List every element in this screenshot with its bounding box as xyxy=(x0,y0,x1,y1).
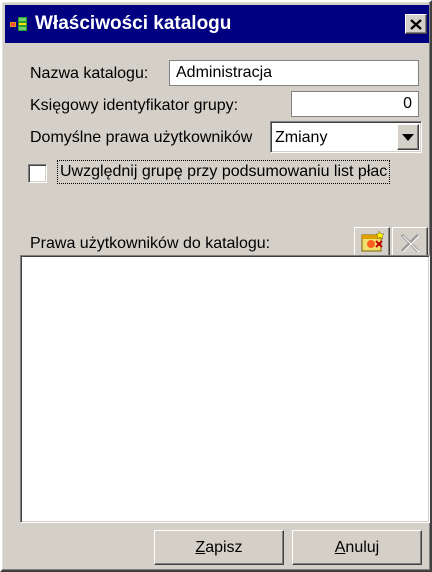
rights-list-label: Prawa użytkowników do katalogu: xyxy=(30,235,271,252)
title-bar[interactable]: Właściwości katalogu xyxy=(5,5,429,43)
cancel-mnemonic: A xyxy=(334,538,346,556)
default-rights-select[interactable]: Zmiany xyxy=(270,121,422,153)
catalog-app-icon xyxy=(10,17,27,31)
dropdown-button[interactable] xyxy=(397,124,419,150)
group-id-field[interactable]: 0 xyxy=(291,91,419,117)
catalog-name-value: Administracja xyxy=(176,64,273,81)
default-rights-label: Domyślne prawa użytkowników xyxy=(30,129,253,146)
include-group-checkbox[interactable] xyxy=(28,164,47,183)
delete-icon xyxy=(400,233,420,253)
cancel-button[interactable]: Anuluj xyxy=(292,530,422,565)
cancel-label: nuluj xyxy=(345,538,380,556)
save-mnemonic: Z xyxy=(195,538,206,556)
add-user-icon xyxy=(361,231,385,252)
catalog-name-label: Nazwa katalogu: xyxy=(30,65,149,82)
save-label: apisz xyxy=(205,538,243,556)
chevron-down-icon xyxy=(402,133,414,141)
include-group-label[interactable]: Uwzględnij grupę przy podsumowaniu list … xyxy=(57,160,391,184)
window-title: Właściwości katalogu xyxy=(35,13,232,34)
save-button[interactable]: Zapisz xyxy=(154,530,284,565)
group-id-value: 0 xyxy=(403,95,412,112)
default-rights-value: Zmiany xyxy=(275,129,328,146)
close-button[interactable] xyxy=(405,14,427,34)
catalog-name-field[interactable]: Administracja xyxy=(169,60,419,86)
close-icon xyxy=(410,18,422,30)
group-id-label: Księgowy identyfikator grupy: xyxy=(30,97,239,114)
rights-list[interactable] xyxy=(20,255,430,523)
catalog-properties-dialog: Właściwości katalogu Nazwa katalogu: Adm… xyxy=(0,0,432,572)
